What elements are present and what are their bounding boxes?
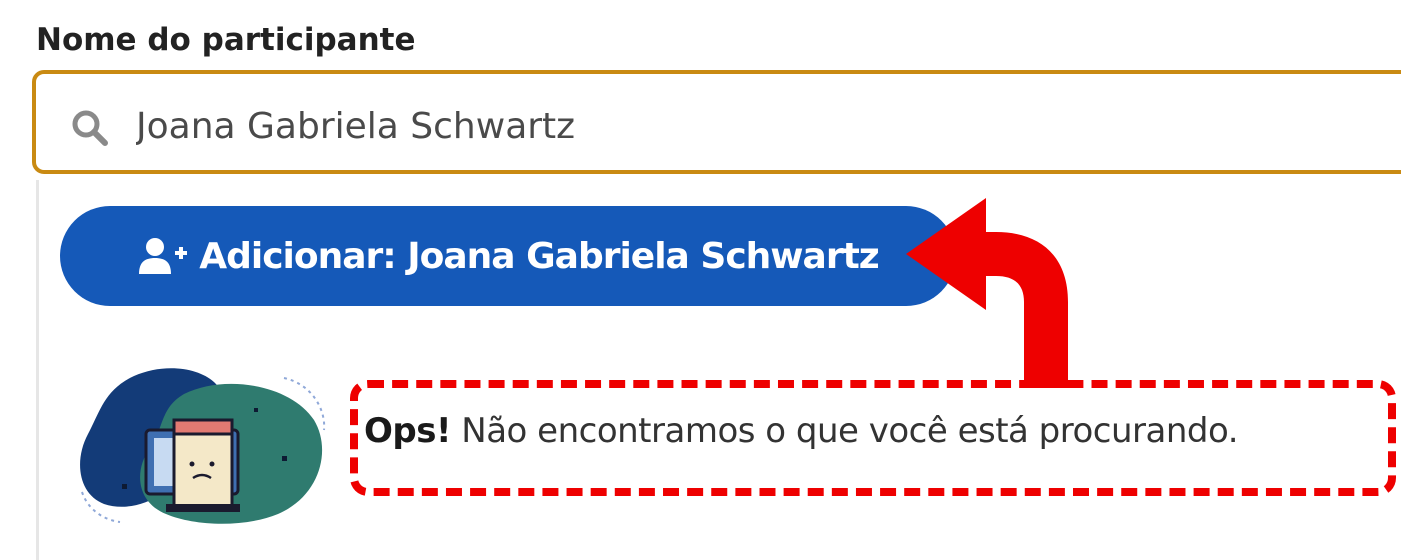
search-input[interactable]: [136, 96, 1336, 156]
annotation-highlight-box: [350, 380, 1396, 496]
field-label: Nome do participante: [36, 22, 416, 58]
add-participant-button[interactable]: Adicionar: Joana Gabriela Schwartz: [60, 206, 956, 306]
search-icon: [72, 110, 108, 146]
user-plus-icon: [139, 238, 188, 274]
empty-search-illustration: [80, 368, 326, 524]
annotation-curved-arrow-icon: [906, 198, 1068, 388]
add-button-label: Adicionar: Joana Gabriela Schwartz: [199, 235, 880, 277]
